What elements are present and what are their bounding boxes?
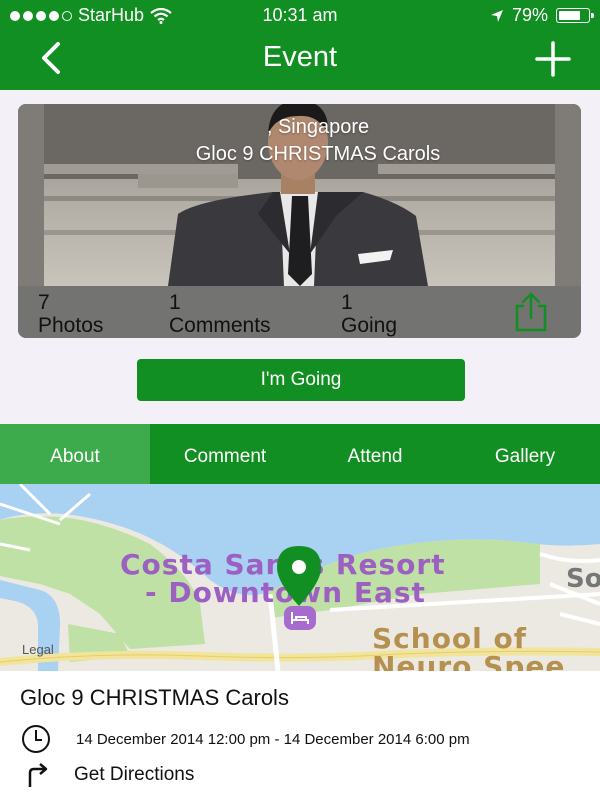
hotel-icon [284, 606, 316, 630]
location-map[interactable]: Costa Sands Resort - Downtown East Schoo… [0, 484, 600, 671]
event-title: Gloc 9 CHRISTMAS Carols [20, 685, 289, 710]
page-title: Event [262, 41, 338, 73]
clock-icon [22, 725, 50, 753]
location-arrow-icon [490, 9, 503, 22]
event-datetime-row: 14 December 2014 12:00 pm - 14 December … [20, 723, 470, 755]
tab-bar: About Comment Attend Gallery [0, 424, 600, 484]
event-details: Gloc 9 CHRISTMAS Carols 14 December 2014… [0, 671, 600, 800]
going-count: 1 [341, 291, 353, 314]
status-bar: StarHub 10:31 am 79% [0, 0, 600, 30]
photos-stat[interactable]: 7 Photos [38, 291, 103, 337]
event-caption: , Singapore Gloc 9 CHRISTMAS Carols [18, 114, 581, 168]
tab-gallery[interactable]: Gallery [450, 424, 600, 484]
battery-icon [556, 8, 594, 23]
add-icon[interactable] [534, 40, 572, 78]
tab-attend[interactable]: Attend [300, 424, 450, 484]
tab-about[interactable]: About [0, 424, 150, 484]
event-name: Gloc 9 CHRISTMAS Carols [195, 143, 441, 165]
tab-comment[interactable]: Comment [150, 424, 300, 484]
im-going-button[interactable]: I'm Going [137, 359, 465, 401]
location-pin-icon[interactable] [274, 544, 324, 608]
nav-bar: Event [0, 30, 600, 90]
comments-stat[interactable]: 1 Comments [169, 291, 271, 337]
comments-count: 1 [169, 291, 181, 314]
going-label: Going [341, 314, 398, 337]
event-stats-bar: 7 Photos 1 Comments 1 Going [18, 286, 581, 338]
get-directions-row[interactable]: Get Directions [20, 759, 194, 791]
get-directions-link[interactable]: Get Directions [74, 764, 194, 786]
going-stat[interactable]: 1 Going [341, 291, 397, 337]
event-location: , Singapore [266, 116, 370, 138]
battery-percent: 79% [511, 5, 548, 25]
photos-count: 7 [38, 291, 50, 314]
share-icon[interactable] [511, 292, 551, 332]
directions-arrow-icon [28, 763, 48, 787]
event-datetime: 14 December 2014 12:00 pm - 14 December … [76, 730, 470, 748]
map-label-school-line2: Neuro Spee [372, 650, 566, 671]
comments-label: Comments [169, 314, 271, 337]
photos-label: Photos [38, 314, 104, 337]
map-legal-link[interactable]: Legal [22, 642, 54, 657]
map-label-fragment: So [566, 564, 600, 594]
event-card[interactable]: , Singapore Gloc 9 CHRISTMAS Carols 7 Ph… [18, 104, 581, 338]
